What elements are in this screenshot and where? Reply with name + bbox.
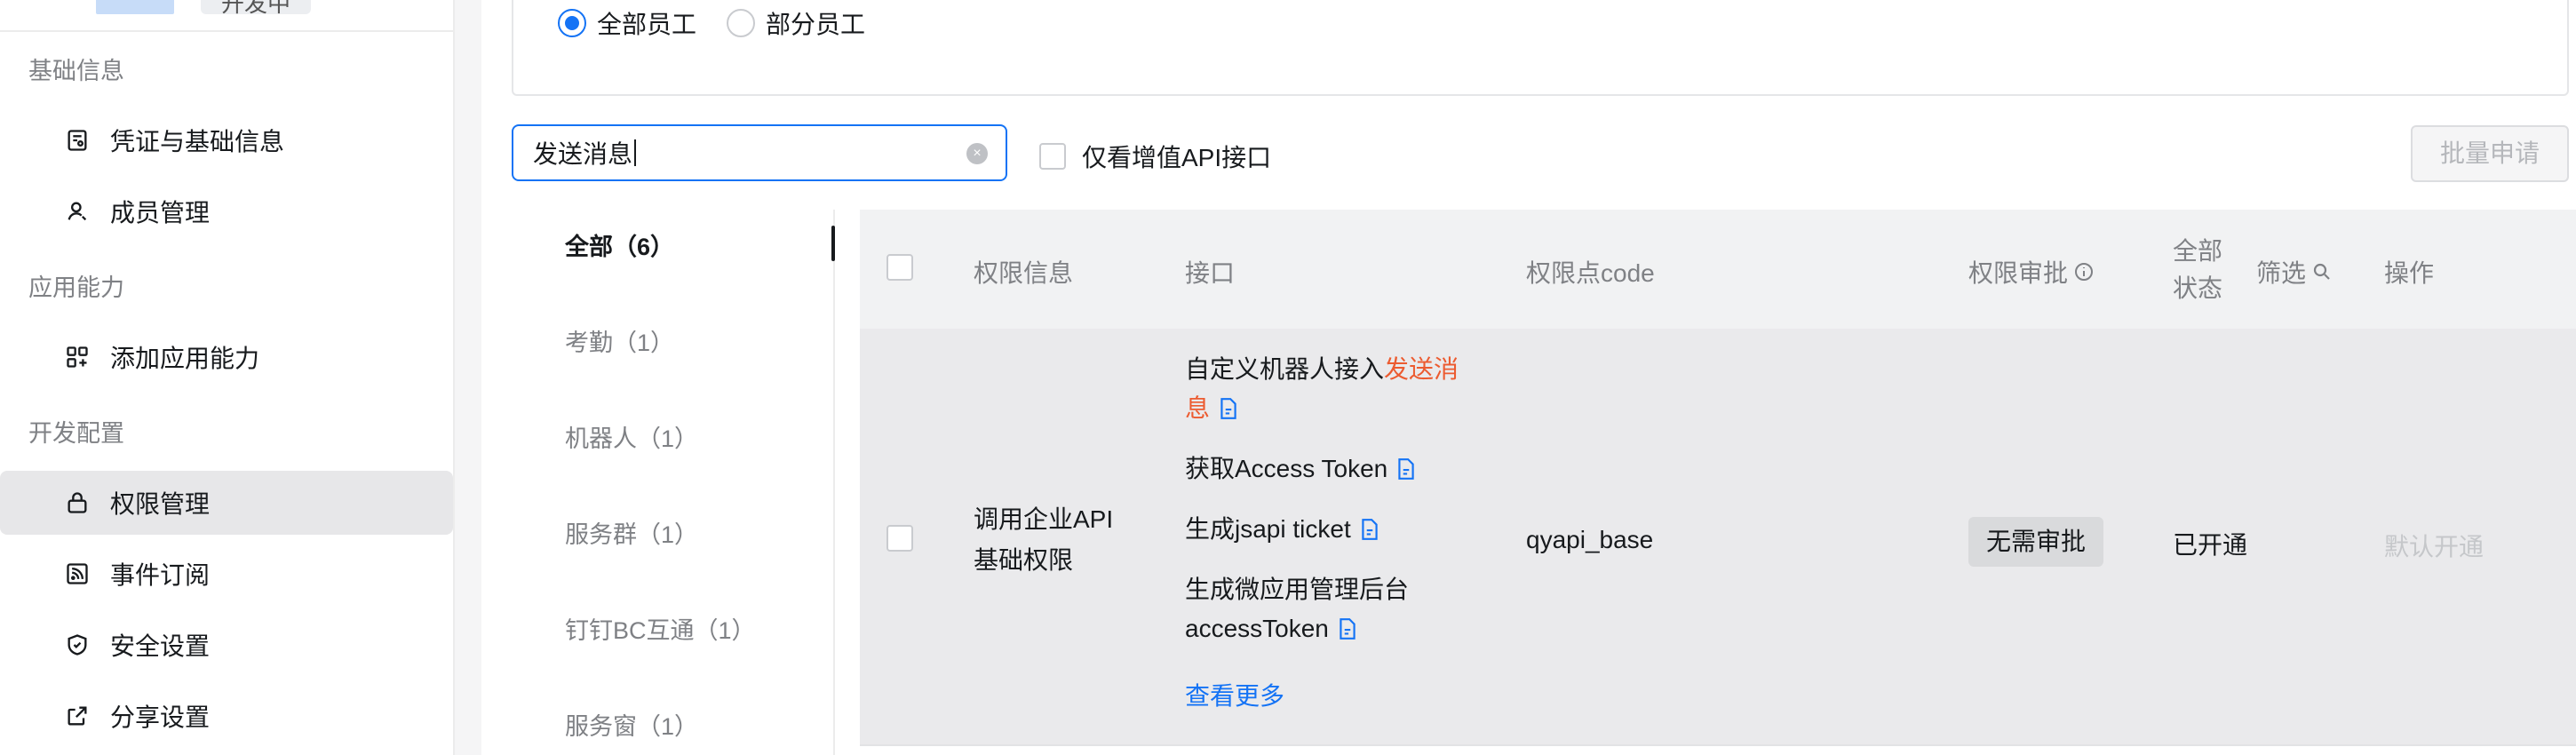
category-attendance[interactable]: 考勤（1） — [565, 323, 674, 358]
radio-selected-icon — [558, 9, 586, 37]
shield-icon — [64, 632, 91, 658]
header-status-line2: 状态 — [2173, 274, 2223, 302]
checkbox-label: 仅看增值API接口 — [1082, 144, 1272, 171]
permission-info-cell: 调用企业API 基础权限 — [974, 499, 1113, 581]
radio-label: 部分员工 — [766, 11, 866, 38]
doc-icon[interactable] — [1219, 397, 1238, 420]
header-approval: 权限审批 — [1968, 254, 2095, 290]
approval-tag: 无需审批 — [1968, 517, 2103, 567]
add-app-icon — [64, 344, 91, 370]
category-bc-interop[interactable]: 钉钉BC互通（1） — [565, 611, 756, 646]
text-caret — [634, 139, 637, 166]
sidebar-item-label: 成员管理 — [110, 199, 211, 226]
category-active-indicator — [831, 226, 835, 261]
lock-icon — [64, 489, 91, 516]
header-api: 接口 — [1185, 259, 1236, 287]
header-action: 操作 — [2384, 259, 2435, 287]
api-highlight: 发送消 — [1384, 355, 1459, 383]
share-icon — [64, 703, 91, 729]
header-code: 权限点code — [1526, 259, 1655, 287]
permission-code: qyapi_base — [1526, 526, 1654, 553]
radio-partial-staff[interactable]: 部分员工 — [727, 5, 865, 41]
category-list: 全部（6） 考勤（1） 机器人（1） 服务群（1） 钉钉BC互通（1） 服务窗（… — [512, 210, 835, 755]
app-logo — [96, 0, 174, 14]
group-basic-info: 基础信息 — [28, 58, 124, 84]
header-permission-info: 权限信息 — [974, 259, 1074, 287]
api-item-micro-app-token[interactable]: 生成微应用管理后台 accessToken — [1185, 570, 1409, 648]
category-service-group[interactable]: 服务群（1） — [565, 515, 698, 550]
sidebar-item-permissions[interactable]: 权限管理 — [0, 471, 453, 535]
dev-status-tag: 开发中 — [201, 0, 311, 14]
header-approval-label: 权限审批 — [1968, 259, 2069, 287]
sidebar-divider — [0, 30, 453, 32]
api-text: 自定义机器人接入 — [1185, 355, 1385, 383]
select-all-checkbox[interactable] — [886, 254, 913, 281]
api-highlight: 息 — [1185, 394, 1211, 422]
sidebar-item-credentials[interactable]: 凭证与基础信息 — [0, 108, 453, 172]
permission-name-line1: 调用企业API — [974, 505, 1114, 533]
row-checkbox[interactable] — [886, 525, 913, 552]
radio-unselected-icon — [727, 9, 755, 37]
api-text: accessToken — [1185, 615, 1329, 642]
header-status-line1: 全部 — [2173, 237, 2223, 265]
category-service-window[interactable]: 服务窗（1） — [565, 707, 698, 742]
main-content: 全部员工 部分员工 发送消息 × 仅看增值API接口 批量申请 全部（6） 考勤… — [481, 0, 2576, 755]
permission-name-line2: 基础权限 — [974, 546, 1074, 574]
table-row: 调用企业API 基础权限 自定义机器人接入发送消 息 获取Access Toke… — [860, 329, 2576, 746]
info-icon[interactable] — [2073, 261, 2095, 282]
sidebar-item-label: 安全设置 — [110, 632, 211, 660]
header-filter[interactable]: 筛选 — [2256, 254, 2333, 290]
sidebar-item-members[interactable]: 成员管理 — [0, 179, 453, 243]
api-item-jsapi-ticket[interactable]: 生成jsapi ticket — [1185, 510, 1379, 549]
api-item-robot-send[interactable]: 自定义机器人接入发送消 息 — [1185, 350, 1459, 428]
api-text: 获取Access Token — [1185, 455, 1388, 482]
header-status-dropdown[interactable]: 全部 状态 — [2173, 233, 2222, 307]
doc-icon[interactable] — [1396, 457, 1416, 481]
status-text: 已开通 — [2173, 531, 2248, 559]
sidebar-item-share[interactable]: 分享设置 — [0, 684, 453, 748]
group-dev-config: 开发配置 — [28, 420, 124, 447]
search-icon — [2313, 263, 2330, 280]
sidebar-item-label: 添加应用能力 — [110, 345, 260, 372]
clear-icon[interactable]: × — [966, 143, 988, 164]
sidebar-item-events[interactable]: 事件订阅 — [0, 542, 453, 606]
search-input[interactable]: 发送消息 × — [512, 124, 1007, 181]
scope-card: 全部员工 部分员工 — [512, 0, 2569, 96]
filter-label: 筛选 — [2256, 259, 2307, 287]
view-more-link[interactable]: 查看更多 — [1185, 677, 1284, 712]
category-robot[interactable]: 机器人（1） — [565, 419, 698, 454]
sidebar-item-add-capability[interactable]: 添加应用能力 — [0, 325, 453, 389]
category-all[interactable]: 全部（6） — [565, 227, 674, 262]
user-icon — [64, 198, 91, 225]
api-item-access-token[interactable]: 获取Access Token — [1185, 449, 1416, 489]
batch-apply-button[interactable]: 批量申请 — [2411, 125, 2569, 182]
doc-icon[interactable] — [1338, 617, 1357, 640]
layout-gutter — [455, 0, 481, 755]
permissions-table: 权限信息 接口 权限点code 权限审批 全部 状态 筛选 操作 调用企业API… — [860, 210, 2576, 755]
sidebar-item-label: 凭证与基础信息 — [110, 128, 285, 155]
search-value: 发送消息 — [533, 140, 633, 168]
credential-icon — [64, 127, 91, 154]
radio-all-staff[interactable]: 全部员工 — [558, 5, 696, 41]
app-header: 开发中 — [96, 0, 311, 14]
checkbox-icon — [1039, 143, 1066, 170]
sidebar-item-security[interactable]: 安全设置 — [0, 613, 453, 677]
radio-label: 全部员工 — [597, 11, 697, 38]
doc-icon[interactable] — [1360, 518, 1379, 541]
sidebar-item-label: 权限管理 — [110, 490, 211, 518]
table-header: 权限信息 接口 权限点code 权限审批 全部 状态 筛选 操作 — [860, 210, 2576, 329]
default-enabled-action: 默认开通 — [2384, 533, 2485, 560]
value-added-only-checkbox[interactable]: 仅看增值API接口 — [1039, 139, 1271, 174]
group-capability: 应用能力 — [28, 274, 124, 301]
sidebar: 开发中 基础信息 凭证与基础信息 成员管理 应用能力 添加应用能力 开发配置 权… — [0, 0, 455, 755]
api-text: 生成微应用管理后台 — [1185, 576, 1410, 603]
rss-icon — [64, 560, 91, 587]
sidebar-item-label: 分享设置 — [110, 703, 211, 731]
api-text: 生成jsapi ticket — [1185, 515, 1351, 543]
sidebar-item-label: 事件订阅 — [110, 561, 211, 589]
